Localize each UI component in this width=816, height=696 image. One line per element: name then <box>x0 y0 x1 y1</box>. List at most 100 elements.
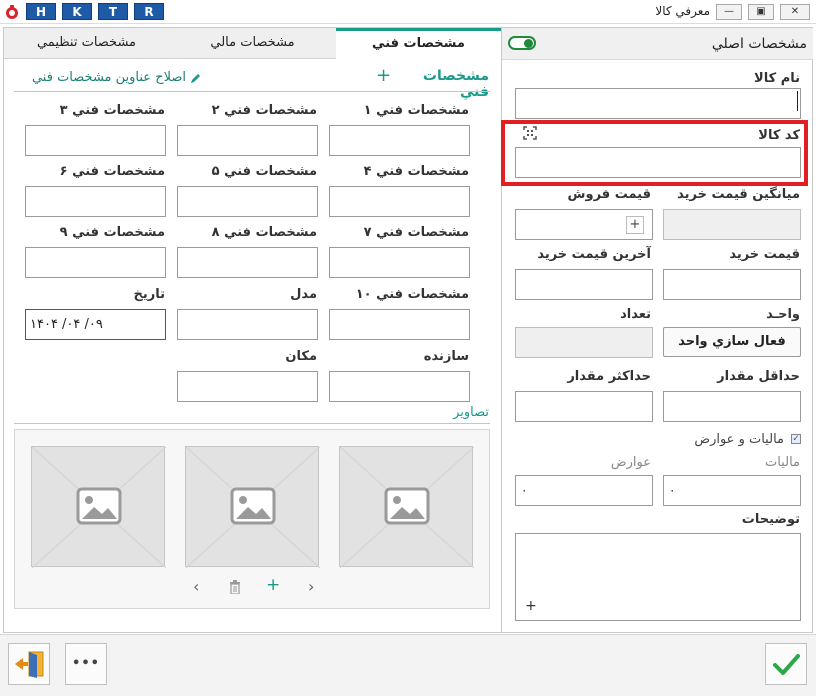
tech-spec-4-label: مشخصات فني ۴ <box>363 164 469 179</box>
main-specs-header: مشخصات اصلي <box>502 28 813 60</box>
unit-label: واحـد <box>766 307 800 322</box>
location-input[interactable] <box>177 371 318 402</box>
tech-spec-3-input[interactable] <box>25 125 166 156</box>
min-quantity-label: حداقل مقدار <box>717 369 800 384</box>
active-toggle[interactable] <box>508 36 536 50</box>
tech-spec-5-input[interactable] <box>177 186 318 217</box>
tech-spec-9-label: مشخصات فني ۹ <box>59 225 165 240</box>
minimize-button[interactable]: — <box>716 4 742 20</box>
image-slot-2[interactable] <box>185 446 320 568</box>
image-placeholder-icon <box>32 447 166 568</box>
description-add-button[interactable]: + <box>525 598 537 614</box>
purchase-price-label: قيمت خريد <box>729 247 800 262</box>
images-divider <box>14 423 490 424</box>
tabs-panel: مشخصات تنظيمي مشخصات مالي مشخصات فني مشخ… <box>3 27 502 633</box>
image-next-button[interactable]: › <box>308 577 314 596</box>
tax-checkbox[interactable]: ✓ <box>791 434 801 444</box>
location-label: مكان <box>285 349 317 364</box>
activate-unit-button[interactable]: فعال سازي واحد <box>663 327 801 357</box>
tech-spec-8-label: مشخصات فني ۸ <box>211 225 317 240</box>
model-input[interactable] <box>177 309 318 340</box>
exit-door-icon <box>15 651 44 678</box>
tech-spec-4-input[interactable] <box>329 186 470 217</box>
exit-button[interactable] <box>8 643 50 685</box>
tab-technical-specs[interactable]: مشخصات فني <box>336 28 501 59</box>
main-specs-title: مشخصات اصلي <box>711 36 807 52</box>
images-gallery: ‹ + › <box>14 429 490 609</box>
duties-label: عوارض <box>610 455 651 470</box>
sale-price-label: قيمت فروش <box>567 187 651 202</box>
quick-button-t[interactable]: T <box>98 3 128 20</box>
manufacturer-input[interactable] <box>329 371 470 402</box>
image-slot-1[interactable] <box>31 446 166 568</box>
edit-titles-link[interactable]: اصلاح عناوين مشخصات فني <box>14 70 186 85</box>
section-divider <box>14 91 490 92</box>
tech-spec-6-label: مشخصات فني ۶ <box>59 164 165 179</box>
quick-button-r[interactable]: R <box>134 3 164 20</box>
images-section-title: تصاوير <box>453 405 489 420</box>
technical-section-title: مشخصات فني <box>422 68 489 100</box>
quick-button-k[interactable]: K <box>62 3 92 20</box>
quantity-input <box>515 327 653 358</box>
quantity-label: تعداد <box>620 307 651 322</box>
tax-input[interactable]: ۰ <box>663 475 801 506</box>
tax-label: ماليات <box>764 455 800 470</box>
tech-spec-9-input[interactable] <box>25 247 166 278</box>
avg-purchase-price-input <box>663 209 801 240</box>
tech-spec-2-label: مشخصات فني ۲ <box>211 103 317 118</box>
tab-bar: مشخصات تنظيمي مشخصات مالي مشخصات فني <box>4 28 501 59</box>
last-purchase-price-label: آخرين قيمت خريد <box>537 247 651 262</box>
add-technical-spec-button[interactable]: + <box>376 65 391 86</box>
tech-spec-5-label: مشخصات فني ۵ <box>211 164 317 179</box>
duties-input[interactable]: ۰ <box>515 475 653 506</box>
avg-purchase-price-label: ميانگين قيمت خريد <box>677 187 800 202</box>
text-cursor <box>797 91 798 111</box>
app-logo-icon <box>6 5 18 19</box>
image-add-button[interactable]: + <box>266 575 280 595</box>
checkmark-icon <box>773 654 800 675</box>
purchase-price-input[interactable] <box>663 269 801 300</box>
more-options-button[interactable]: ••• <box>65 643 107 685</box>
description-textarea[interactable] <box>515 533 801 621</box>
max-quantity-input[interactable] <box>515 391 653 422</box>
product-name-input[interactable] <box>515 88 801 119</box>
tech-spec-2-input[interactable] <box>177 125 318 156</box>
min-quantity-input[interactable] <box>663 391 801 422</box>
tech-spec-1-label: مشخصات فني ۱ <box>363 103 469 118</box>
main-specs-panel: مشخصات اصلي نام كالا كد كالا ميانگين قيم… <box>502 27 813 633</box>
title-bar: H K T R معرفي كالا — ▣ ✕ <box>0 0 816 24</box>
sale-price-add-button[interactable]: + <box>626 216 644 234</box>
window-title: معرفي كالا <box>655 4 710 18</box>
tech-spec-7-input[interactable] <box>329 247 470 278</box>
description-label: توضيحات <box>741 512 800 527</box>
close-button[interactable]: ✕ <box>780 4 810 20</box>
toggle-knob <box>524 39 533 48</box>
model-label: مدل <box>290 287 317 302</box>
tech-spec-10-label: مشخصات فني ۱۰ <box>355 287 469 302</box>
trash-icon[interactable] <box>229 580 241 594</box>
tech-spec-6-input[interactable] <box>25 186 166 217</box>
image-placeholder-icon <box>340 447 474 568</box>
quick-button-h[interactable]: H <box>26 3 56 20</box>
manufacturer-label: سازنده <box>423 349 469 364</box>
image-prev-button[interactable]: ‹ <box>193 577 199 596</box>
max-quantity-label: حداكثر مقدار <box>567 369 651 384</box>
tech-spec-1-input[interactable] <box>329 125 470 156</box>
tech-spec-3-label: مشخصات فني ۳ <box>59 103 165 118</box>
tab-settings-specs[interactable]: مشخصات تنظيمي <box>4 28 169 59</box>
date-input[interactable]: ۱۴۰۴ /۰۴ /۰۹ <box>25 309 166 340</box>
tab-financial-specs[interactable]: مشخصات مالي <box>169 28 336 59</box>
confirm-button[interactable] <box>765 643 807 685</box>
tech-spec-7-label: مشخصات فني ۷ <box>363 225 469 240</box>
bottom-toolbar: ••• <box>0 634 816 696</box>
tax-checkbox-label: ماليات و عوارض <box>694 432 784 447</box>
tech-spec-10-input[interactable] <box>329 309 470 340</box>
product-name-label: نام كالا <box>754 71 800 86</box>
pencil-icon[interactable] <box>190 72 202 84</box>
date-label: تاريخ <box>133 287 166 302</box>
tech-spec-8-input[interactable] <box>177 247 318 278</box>
restore-button[interactable]: ▣ <box>748 4 774 20</box>
image-placeholder-icon <box>186 447 320 568</box>
last-purchase-price-input[interactable] <box>515 269 653 300</box>
image-slot-3[interactable] <box>339 446 474 568</box>
